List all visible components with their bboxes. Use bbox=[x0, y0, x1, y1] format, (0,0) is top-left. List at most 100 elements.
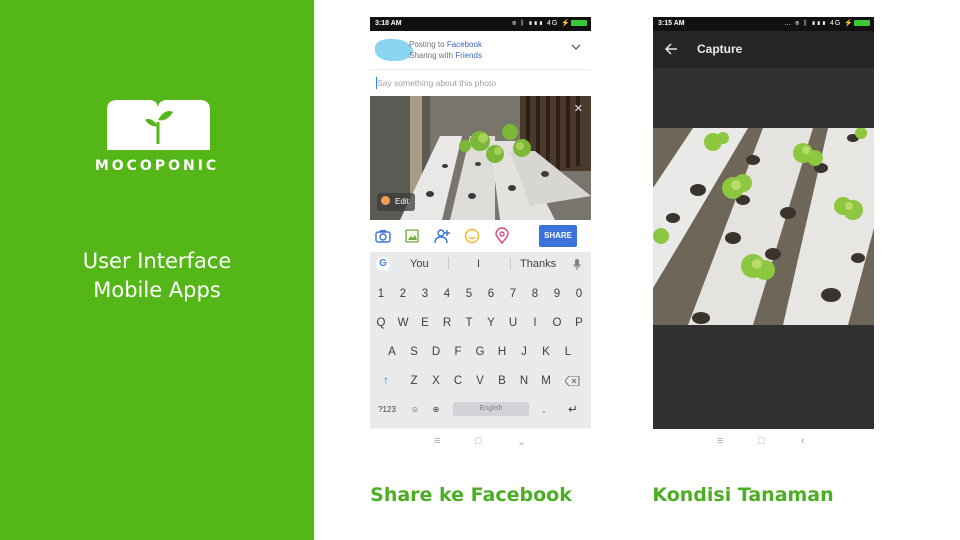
key-1[interactable]: 1 bbox=[371, 283, 391, 305]
battery-icon bbox=[854, 20, 870, 26]
key-8[interactable]: 8 bbox=[525, 283, 545, 305]
key-3[interactable]: 3 bbox=[415, 283, 435, 305]
middle-letter-row: A S D F G H J K L bbox=[370, 341, 591, 363]
status-time: 3:18 AM bbox=[375, 20, 402, 27]
key-r[interactable]: R bbox=[437, 312, 457, 334]
emoji-key-icon[interactable]: ☺ bbox=[405, 399, 425, 421]
key-4[interactable]: 4 bbox=[437, 283, 457, 305]
key-q[interactable]: Q bbox=[371, 312, 391, 334]
key-g[interactable]: G bbox=[470, 341, 490, 363]
home-icon[interactable]: □ bbox=[758, 435, 765, 447]
key-c[interactable]: C bbox=[448, 370, 468, 392]
status-bar: 3:18 AM ◎ ᛒ ▮▮▮ 4G ⚡ bbox=[370, 17, 591, 31]
space-bar[interactable]: English bbox=[453, 402, 529, 416]
globe-icon[interactable]: ⊕ bbox=[426, 399, 446, 421]
bottom-letter-row: ↑ Z X C V B N M bbox=[370, 370, 591, 392]
edit-label: Edit bbox=[395, 197, 409, 206]
status-time: 3:15 AM bbox=[658, 20, 685, 27]
suggestion-3[interactable]: Thanks bbox=[520, 258, 556, 270]
suggestion-2[interactable]: I bbox=[477, 258, 480, 270]
brand-name: MOCOPONIC bbox=[94, 158, 220, 174]
back-icon[interactable]: ‹ bbox=[801, 435, 805, 447]
status-icons: … ◎ ᛒ ▮▮▮ 4G ⚡ bbox=[784, 17, 870, 31]
menu-icon[interactable]: ≡ bbox=[434, 435, 440, 447]
key-i[interactable]: I bbox=[525, 312, 545, 334]
key-j[interactable]: J bbox=[514, 341, 534, 363]
feeling-icon[interactable] bbox=[463, 227, 481, 245]
caption-capture: Kondisi Tanaman bbox=[652, 484, 834, 506]
top-letter-row: Q W E R T Y U I O P bbox=[370, 312, 591, 334]
shared-photo: Edit ✕ bbox=[370, 96, 591, 220]
camera-icon[interactable] bbox=[374, 227, 392, 245]
posting-to-line: Posting to Facebook bbox=[409, 40, 482, 50]
key-k[interactable]: K bbox=[536, 341, 556, 363]
enter-icon[interactable]: ↵ bbox=[563, 399, 583, 421]
key-w[interactable]: W bbox=[393, 312, 413, 334]
key-o[interactable]: O bbox=[547, 312, 567, 334]
home-icon[interactable]: □ bbox=[475, 435, 482, 447]
back-arrow-icon[interactable] bbox=[664, 42, 678, 56]
key-0[interactable]: 0 bbox=[569, 283, 589, 305]
suggestion-1[interactable]: You bbox=[410, 258, 429, 270]
key-6[interactable]: 6 bbox=[481, 283, 501, 305]
status-icons: ◎ ᛒ ▮▮▮ 4G ⚡ bbox=[512, 17, 587, 31]
sharing-with-line: Sharing with Friends bbox=[409, 51, 482, 61]
gallery-icon[interactable] bbox=[403, 227, 421, 245]
divider bbox=[510, 257, 511, 270]
slide-subtitle: User Interface Mobile Apps bbox=[0, 247, 314, 305]
on-screen-keyboard: G You I Thanks 1 2 3 4 5 6 7 8 9 0 Q W E… bbox=[370, 252, 591, 428]
sharing-with-target[interactable]: Friends bbox=[455, 51, 482, 60]
screen-title: Capture bbox=[697, 42, 743, 56]
menu-icon[interactable]: ≡ bbox=[717, 435, 723, 447]
symbols-key[interactable]: ?123 bbox=[373, 399, 401, 421]
key-z[interactable]: Z bbox=[404, 370, 424, 392]
chevron-down-icon[interactable] bbox=[570, 41, 582, 53]
key-u[interactable]: U bbox=[503, 312, 523, 334]
location-icon[interactable] bbox=[493, 227, 511, 245]
key-b[interactable]: B bbox=[492, 370, 512, 392]
key-d[interactable]: D bbox=[426, 341, 446, 363]
key-2[interactable]: 2 bbox=[393, 283, 413, 305]
shift-arrow-icon[interactable]: ↑ bbox=[376, 370, 396, 392]
edit-photo-button[interactable]: Edit bbox=[377, 193, 415, 211]
posting-to-label: Posting to bbox=[409, 40, 445, 49]
android-nav-bar-1: ≡ □ ⌄ bbox=[370, 429, 591, 453]
key-y[interactable]: Y bbox=[481, 312, 501, 334]
key-n[interactable]: N bbox=[514, 370, 534, 392]
divider bbox=[448, 257, 449, 270]
tag-friends-icon[interactable] bbox=[433, 227, 451, 245]
avatar bbox=[375, 39, 413, 61]
key-v[interactable]: V bbox=[470, 370, 490, 392]
key-7[interactable]: 7 bbox=[503, 283, 523, 305]
sharing-with-label: Sharing with bbox=[409, 51, 454, 60]
app-bar: Capture bbox=[653, 31, 874, 68]
period-key[interactable]: . bbox=[534, 399, 554, 421]
share-phone-screenshot: 3:18 AM ◎ ᛒ ▮▮▮ 4G ⚡ Posting to Facebook… bbox=[370, 17, 591, 429]
key-f[interactable]: F bbox=[448, 341, 468, 363]
key-x[interactable]: X bbox=[426, 370, 446, 392]
backspace-icon[interactable] bbox=[565, 376, 580, 386]
caption-input[interactable]: Say something about this photo bbox=[370, 69, 591, 96]
key-m[interactable]: M bbox=[536, 370, 556, 392]
close-icon[interactable]: ✕ bbox=[574, 102, 583, 115]
microphone-icon[interactable] bbox=[573, 259, 581, 270]
key-5[interactable]: 5 bbox=[459, 283, 479, 305]
share-button[interactable]: SHARE bbox=[539, 225, 577, 247]
google-icon[interactable]: G bbox=[376, 257, 390, 271]
composer-action-row: SHARE bbox=[370, 220, 591, 252]
key-p[interactable]: P bbox=[569, 312, 589, 334]
caption-share: Share ke Facebook bbox=[370, 484, 572, 506]
key-t[interactable]: T bbox=[459, 312, 479, 334]
key-e[interactable]: E bbox=[415, 312, 435, 334]
key-h[interactable]: H bbox=[492, 341, 512, 363]
network-label: 4G bbox=[829, 20, 842, 27]
hydroponic-plants-image bbox=[653, 128, 874, 325]
post-audience-header[interactable]: Posting to Facebook Sharing with Friends bbox=[370, 31, 591, 69]
chevron-down-icon[interactable]: ⌄ bbox=[517, 435, 526, 448]
key-a[interactable]: A bbox=[382, 341, 402, 363]
key-s[interactable]: S bbox=[404, 341, 424, 363]
posting-to-target[interactable]: Facebook bbox=[447, 40, 482, 49]
key-l[interactable]: L bbox=[558, 341, 578, 363]
key-9[interactable]: 9 bbox=[547, 283, 567, 305]
status-bar: 3:15 AM … ◎ ᛒ ▮▮▮ 4G ⚡ bbox=[653, 17, 874, 31]
